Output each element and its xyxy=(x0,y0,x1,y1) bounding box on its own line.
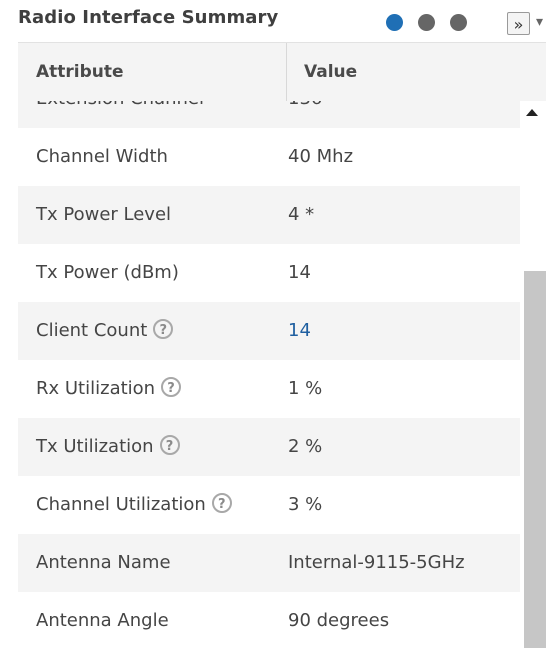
row-attribute: Tx Power (dBm) xyxy=(36,244,179,302)
row-attribute: Client Count? xyxy=(36,302,174,360)
row-value: 14 xyxy=(288,262,311,283)
row-attribute: Channel Width xyxy=(36,128,168,186)
row-attribute-label: Channel Utilization xyxy=(36,494,206,515)
row-attribute: Tx Power Level xyxy=(36,186,171,244)
row-attribute: Extension Channel xyxy=(36,101,204,128)
table-row: Client Count? 14 xyxy=(18,302,520,360)
row-attribute-label: Antenna Name xyxy=(36,552,171,573)
table-row: Extension Channel 136 xyxy=(18,101,520,128)
row-attribute: Rx Utilization? xyxy=(36,360,182,418)
help-icon[interactable]: ? xyxy=(161,377,182,397)
row-attribute-label: Tx Power (dBm) xyxy=(36,262,179,283)
row-attribute-label: Rx Utilization xyxy=(36,378,156,399)
radio-summary-grid: Attribute Value Extension Channel136Chan… xyxy=(18,42,546,648)
scroll-up-arrow-icon[interactable] xyxy=(526,109,538,116)
row-attribute: Antenna Name xyxy=(36,534,171,592)
row-value: 90 degrees xyxy=(288,610,390,631)
table-row: Tx Power Level 4 * xyxy=(18,186,520,244)
help-icon[interactable]: ? xyxy=(211,493,232,513)
row-attribute-label: Tx Utilization xyxy=(36,436,154,457)
row-value-link[interactable]: 14 xyxy=(288,302,311,360)
row-attribute-label: Client Count xyxy=(36,320,148,341)
expand-button[interactable]: » xyxy=(507,12,530,35)
row-value: 136 xyxy=(288,101,322,128)
scroll-thumb[interactable] xyxy=(524,271,546,648)
row-attribute-label: Channel Width xyxy=(36,146,168,167)
row-attribute-label: Tx Power Level xyxy=(36,204,172,225)
pager-dot[interactable] xyxy=(418,14,435,31)
pager-dot[interactable] xyxy=(450,14,467,31)
column-header-value[interactable]: Value xyxy=(304,43,357,101)
row-value: Internal-9115-5GHz xyxy=(288,552,465,573)
grid-rows: Extension Channel 136 Channel Width 40 Mhz T… xyxy=(18,101,520,648)
row-value: 40 Mhz xyxy=(288,146,354,167)
row-value: 2 % xyxy=(288,436,323,457)
help-icon[interactable]: ? xyxy=(153,319,174,339)
row-value: 1 % xyxy=(288,378,323,399)
table-row: Channel Width 40 Mhz xyxy=(18,128,520,186)
row-attribute: Antenna Angle xyxy=(36,592,169,648)
table-row: Rx Utilization? 1 % xyxy=(18,360,520,418)
grid-body: Extension Channel 136 Channel Width 40 Mhz T… xyxy=(18,101,520,648)
table-row: Tx Utilization? 2 % xyxy=(18,418,520,476)
table-row: Tx Power (dBm) 14 xyxy=(18,244,520,302)
column-divider[interactable] xyxy=(286,43,287,101)
table-row: Antenna Name Internal-9115-5GHz xyxy=(18,534,520,592)
dropdown-arrow-icon[interactable]: ▾ xyxy=(536,14,543,30)
table-row: Antenna Angle 90 degrees xyxy=(18,592,520,648)
grid-header: Attribute Value xyxy=(18,42,546,102)
row-attribute-label: Antenna Angle xyxy=(36,610,169,631)
column-header-attribute[interactable]: Attribute xyxy=(36,43,124,101)
row-value: 3 % xyxy=(288,494,323,515)
row-attribute: Channel Utilization? xyxy=(36,476,232,534)
help-icon[interactable]: ? xyxy=(159,435,180,455)
vertical-scrollbar[interactable] xyxy=(520,101,546,648)
row-attribute-label: Extension Channel xyxy=(36,101,204,109)
row-attribute: Tx Utilization? xyxy=(36,418,180,476)
row-value: 4 * xyxy=(288,204,315,225)
panel-title: Radio Interface Summary xyxy=(18,7,279,28)
table-row: Channel Utilization? 3 % xyxy=(18,476,520,534)
pager-dot[interactable] xyxy=(386,14,403,31)
